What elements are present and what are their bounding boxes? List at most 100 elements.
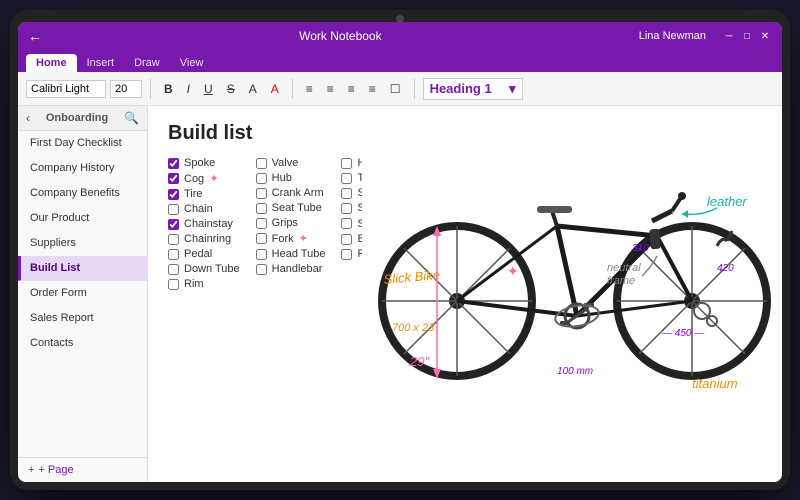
checkbox-chainstay[interactable] (168, 219, 179, 230)
list-item: Handlebar (256, 263, 326, 275)
checkbox-chain[interactable] (168, 204, 179, 215)
checkbox-crank-arm[interactable] (256, 188, 267, 199)
device-frame: ← Work Notebook Lina Newman ─ □ ✕ Home I… (10, 10, 790, 490)
bike-svg: Slick Bike 700 x 23 29" neutral frame (362, 106, 782, 396)
sidebar: ‹ Onboarding 🔍 First Day Checklist Compa… (18, 106, 148, 482)
tab-view[interactable]: View (170, 54, 214, 72)
annotation-frame: frame (607, 275, 635, 287)
item-label-grips: Grips (272, 217, 298, 229)
numbered-list-button[interactable]: ≡ (322, 79, 339, 99)
checklist-col-1: Spoke Cog ✦ Tire Chai (168, 157, 240, 290)
checkbox-fork[interactable] (256, 233, 267, 244)
add-page-button[interactable]: + + Page (28, 464, 137, 476)
close-button[interactable]: ✕ (758, 29, 772, 43)
star-annotation: ✦ (507, 263, 519, 279)
window-controls: ─ □ ✕ (722, 29, 772, 43)
sidebar-item-order-form[interactable]: Order Form (18, 281, 147, 306)
sidebar-item-sales-report[interactable]: Sales Report (18, 306, 147, 331)
checklist-col-2: Valve Hub Crank Arm Seat Tube (256, 157, 326, 290)
annotation-100mm: 100 mm (557, 366, 593, 377)
sidebar-footer: + + Page (18, 457, 147, 482)
indent-button[interactable]: ≡ (343, 79, 360, 99)
sidebar-item-company-benefits[interactable]: Company Benefits (18, 181, 147, 206)
list-item: Pedal (168, 248, 240, 260)
font-color-button[interactable]: A (266, 79, 284, 99)
checkbox-top-tube[interactable] (341, 173, 352, 184)
checkbox-pedal[interactable] (168, 249, 179, 260)
tab-insert[interactable]: Insert (77, 54, 125, 72)
content-area: Build list Spoke Cog ✦ (148, 106, 782, 482)
annotation-450: — 450 — (661, 328, 705, 339)
toolbar-separator-3 (414, 79, 415, 99)
sidebar-item-first-day[interactable]: First Day Checklist (18, 131, 147, 156)
tab-draw[interactable]: Draw (124, 54, 170, 72)
list-item: Tire (168, 188, 240, 200)
heading-selector[interactable]: Heading 1 ▾ (423, 78, 523, 100)
item-label-cog: Cog (184, 173, 204, 185)
bike-illustration-area: Slick Bike 700 x 23 29" neutral frame (362, 106, 782, 482)
checkbox-tire[interactable] (168, 189, 179, 200)
screen: ← Work Notebook Lina Newman ─ □ ✕ Home I… (18, 22, 782, 482)
notebook-title: Work Notebook (299, 29, 381, 43)
list-item: Seat Tube (256, 202, 326, 214)
bold-button[interactable]: B (159, 79, 178, 99)
outdent-button[interactable]: ≡ (364, 79, 381, 99)
checkbox-seat-post[interactable] (341, 203, 352, 214)
checkbox-button[interactable]: ☐ (385, 79, 406, 99)
checkbox-grips[interactable] (256, 218, 267, 229)
sidebar-header: ‹ Onboarding 🔍 (18, 106, 147, 131)
checkbox-headset[interactable] (341, 158, 352, 169)
checkbox-hub[interactable] (256, 173, 267, 184)
sidebar-item-company-history[interactable]: Company History (18, 156, 147, 181)
tab-home[interactable]: Home (26, 54, 77, 72)
toolbar-separator-2 (292, 79, 293, 99)
font-size[interactable] (110, 80, 142, 98)
checkbox-rim[interactable] (168, 279, 179, 290)
annotation-neutral: neutral (607, 262, 641, 274)
list-item: Cog ✦ (168, 172, 240, 185)
list-item: Grips (256, 217, 326, 229)
bullet-list-button[interactable]: ≡ (301, 79, 318, 99)
checkbox-spoke[interactable] (168, 158, 179, 169)
maximize-button[interactable]: □ (740, 29, 754, 43)
back-button[interactable]: ← (28, 28, 42, 44)
checkbox-valve[interactable] (256, 158, 267, 169)
item-label-chainring: Chainring (184, 233, 231, 245)
item-label-valve: Valve (272, 157, 299, 169)
sidebar-item-build-list[interactable]: Build List (18, 256, 147, 281)
heading-dropdown-icon: ▾ (509, 81, 516, 97)
checkbox-head-tube[interactable] (256, 249, 267, 260)
checkbox-cog[interactable] (168, 173, 179, 184)
checkbox-down-tube[interactable] (168, 264, 179, 275)
minimize-button[interactable]: ─ (722, 29, 736, 43)
item-label-hub: Hub (272, 172, 292, 184)
item-label-chainstay: Chainstay (184, 218, 233, 230)
list-item: Crank Arm (256, 187, 326, 199)
sidebar-item-contacts[interactable]: Contacts (18, 331, 147, 356)
italic-button[interactable]: I (182, 79, 195, 99)
checkbox-brake[interactable] (341, 234, 352, 245)
item-label-seat-tube: Seat Tube (272, 202, 322, 214)
font-selector[interactable] (26, 80, 106, 98)
sidebar-section-title: Onboarding (46, 112, 108, 124)
checkbox-seat-tube[interactable] (256, 203, 267, 214)
list-item: Spoke (168, 157, 240, 169)
checkbox-seatstay[interactable] (341, 218, 352, 229)
sidebar-item-our-product[interactable]: Our Product (18, 206, 147, 231)
sidebar-item-suppliers[interactable]: Suppliers (18, 231, 147, 256)
checkbox-chainring[interactable] (168, 234, 179, 245)
checkbox-handlebar[interactable] (256, 264, 267, 275)
annotation-leather: leather (707, 194, 747, 209)
sidebar-search-button[interactable]: 🔍 (124, 111, 139, 125)
list-item: Chainring (168, 233, 240, 245)
annotation-420: 420 (717, 263, 734, 274)
underline-button[interactable]: U (199, 79, 218, 99)
strikethrough-button[interactable]: S (222, 79, 240, 99)
sidebar-back-button[interactable]: ‹ (26, 111, 30, 125)
checkbox-frame[interactable] (341, 249, 352, 260)
toolbar: B I U S A A ≡ ≡ ≡ ≡ ☐ Heading 1 ▾ (18, 72, 782, 106)
item-label-spoke: Spoke (184, 157, 215, 169)
sidebar-items: First Day Checklist Company History Comp… (18, 131, 147, 457)
checkbox-saddle[interactable] (341, 188, 352, 199)
highlight-button[interactable]: A (244, 79, 262, 99)
